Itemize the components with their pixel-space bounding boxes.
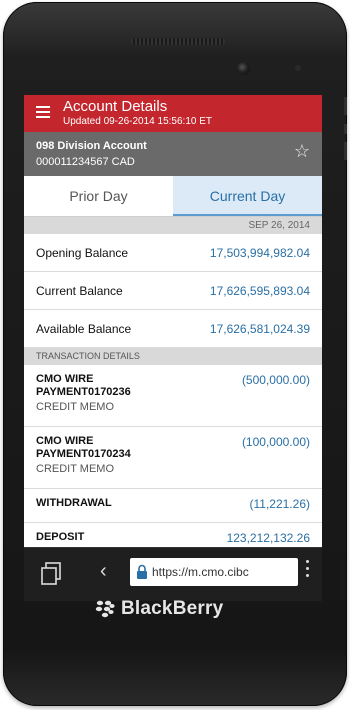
transaction-title: CMO WIRE PAYMENT0170234 (36, 435, 131, 460)
balance-value: 17,503,994,982.04 (209, 246, 310, 260)
section-header-transactions: TRANSACTION DETAILS (24, 348, 322, 365)
lock-icon (137, 564, 147, 579)
account-name: 098 Division Account (36, 140, 147, 152)
transaction-title: CMO WIRE PAYMENT0170236 (36, 373, 131, 398)
speaker-grille (131, 38, 225, 45)
date-header: SEP 26, 2014 (24, 217, 322, 234)
tab-current-day[interactable]: Current Day (173, 176, 322, 216)
account-number: 000011234567 CAD (36, 156, 135, 168)
url-text: https://m.cmo.cibc (152, 565, 249, 579)
app-screen: Account Details Updated 09-26-2014 15:56… (24, 95, 322, 600)
balance-value: 17,626,581,024.39 (209, 322, 310, 336)
balance-label: Current Balance (36, 284, 123, 298)
transaction-title: DEPOSIT (36, 531, 85, 543)
balance-label: Opening Balance (36, 246, 129, 260)
balance-row-opening[interactable]: Opening Balance 17,503,994,982.04 (24, 234, 322, 272)
balance-value: 17,626,595,893.04 (209, 284, 310, 298)
mute-button[interactable] (344, 124, 347, 134)
balance-label: Available Balance (36, 322, 132, 336)
blackberry-logo-icon (95, 600, 115, 618)
transaction-row[interactable]: CMO WIRE PAYMENT0170234 CREDIT MEMO (100… (24, 427, 322, 489)
account-banner: 098 Division Account 000011234567 CAD ☆ (24, 132, 322, 176)
transaction-amount: 123,212,132.26 (226, 531, 310, 545)
overflow-menu-icon[interactable] (305, 560, 310, 584)
url-bar[interactable]: https://m.cmo.cibc (130, 558, 298, 586)
volume-down-button[interactable] (344, 142, 347, 160)
app-header: Account Details Updated 09-26-2014 15:56… (24, 95, 322, 132)
balance-row-available[interactable]: Available Balance 17,626,581,024.39 (24, 310, 322, 348)
back-icon[interactable]: ‹ (100, 560, 107, 583)
favorite-star-icon[interactable]: ☆ (294, 141, 310, 162)
brand-wordmark: BlackBerry (121, 598, 224, 619)
page-title: Account Details (63, 98, 168, 115)
updated-timestamp: Updated 09-26-2014 15:56:10 ET (63, 116, 212, 127)
transaction-amount: (11,221.26) (249, 497, 311, 511)
day-tabs: Prior Day Current Day (24, 176, 322, 217)
tabs-icon[interactable] (38, 560, 64, 588)
transaction-amount: (500,000.00) (241, 373, 310, 387)
transaction-row[interactable]: WITHDRAWAL (11,221.26) (24, 489, 322, 523)
transaction-row[interactable]: CMO WIRE PAYMENT0170236 CREDIT MEMO (500… (24, 365, 322, 427)
transaction-amount: (100,000.00) (241, 435, 310, 449)
brand-logo: BlackBerry (95, 596, 223, 622)
tab-prior-day[interactable]: Prior Day (24, 176, 173, 216)
volume-up-button[interactable] (344, 97, 347, 115)
browser-toolbar: ‹ https://m.cmo.cibc (24, 547, 322, 601)
transaction-subtitle: CREDIT MEMO (36, 401, 115, 413)
proximity-sensor (295, 65, 301, 71)
balance-row-current[interactable]: Current Balance 17,626,595,893.04 (24, 272, 322, 310)
transaction-subtitle: CREDIT MEMO (36, 463, 115, 475)
transaction-title: WITHDRAWAL (36, 497, 112, 509)
menu-icon[interactable] (36, 106, 50, 118)
front-camera (237, 62, 250, 75)
